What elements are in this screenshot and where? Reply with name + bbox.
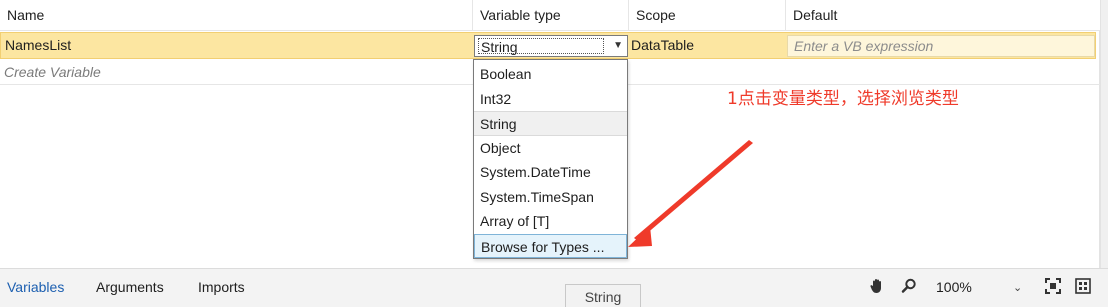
type-option-browse-for-types[interactable]: Browse for Types ... [474,233,627,258]
dropdown-arrow-icon[interactable]: ▼ [613,38,623,54]
type-option-datetime[interactable]: System.DateTime [474,160,627,185]
grid-header: Name Variable type Scope Default [0,0,1100,31]
overview-icon[interactable] [1074,277,1092,295]
scope-cell[interactable]: DataTable [631,33,781,58]
annotation-text: 1点击变量类型，选择浏览类型 [727,89,959,109]
type-option-string[interactable]: String [474,111,627,136]
variable-type-dropdown[interactable]: String ▼ [474,35,628,57]
type-option-int32[interactable]: Int32 [474,87,627,112]
variable-row-selected[interactable]: NamesList String ▼ DataTable Enter a VB … [0,32,1096,59]
zoom-level[interactable]: 100% [936,277,972,297]
zoom-chevron-down-icon[interactable]: ⌄ [1013,278,1022,298]
tab-imports[interactable]: Imports [198,277,245,297]
bottom-toolbar: Variables Arguments Imports 100% ⌄ [0,268,1108,307]
type-option-array[interactable]: Array of [T] [474,209,627,234]
column-header-scope[interactable]: Scope [628,0,785,31]
variable-type-list: Boolean Int32 String Object System.DateT… [473,59,628,259]
column-header-name[interactable]: Name [0,0,472,31]
type-option-object[interactable]: Object [474,136,627,161]
column-header-default[interactable]: Default [785,0,1100,31]
type-tooltip: String [565,284,641,307]
vertical-scrollbar[interactable] [1100,0,1108,268]
column-header-variable-type[interactable]: Variable type [472,0,628,31]
variable-type-value: String [478,38,604,55]
zoom-icon[interactable] [900,277,918,295]
variable-name-cell[interactable]: NamesList [5,33,465,58]
tab-variables[interactable]: Variables [7,277,64,297]
type-option-boolean[interactable]: Boolean [474,62,627,87]
tab-arguments[interactable]: Arguments [96,277,164,297]
default-value-input[interactable]: Enter a VB expression [787,35,1095,57]
hand-icon[interactable] [868,277,886,295]
type-option-timespan[interactable]: System.TimeSpan [474,185,627,210]
fit-screen-icon[interactable] [1044,277,1062,295]
